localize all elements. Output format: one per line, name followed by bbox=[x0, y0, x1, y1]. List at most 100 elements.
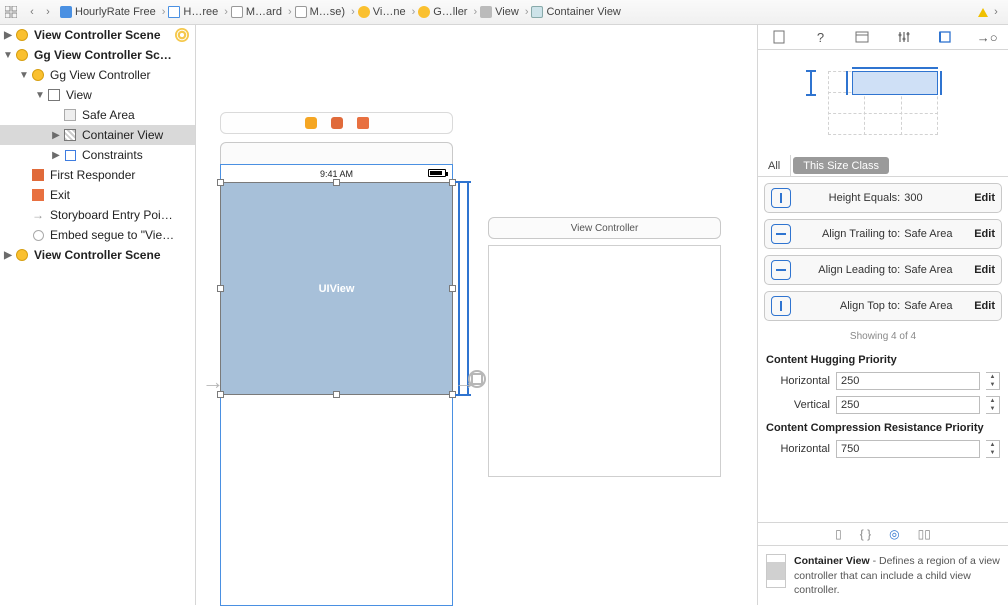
first-responder-dock-icon[interactable] bbox=[331, 117, 343, 129]
constraint-guide bbox=[458, 183, 460, 394]
hugging-horizontal-field[interactable]: 250 bbox=[836, 372, 980, 390]
disclosure-icon[interactable]: ▼ bbox=[34, 90, 46, 101]
disclosure-icon[interactable]: ▼ bbox=[2, 50, 14, 61]
constraint-row[interactable]: Align Trailing to: Safe Area Edit bbox=[764, 219, 1002, 249]
nav-forward-icon[interactable]: › bbox=[40, 4, 56, 20]
disclosure-icon[interactable]: ▼ bbox=[18, 70, 30, 81]
compression-horizontal-field[interactable]: 750 bbox=[836, 440, 980, 458]
constraint-row[interactable]: Height Equals: 300 Edit bbox=[764, 183, 1002, 213]
document-outline: ▶ View Controller Scene ⦿ ▼ Gg View Cont… bbox=[0, 25, 196, 605]
scene-dock[interactable] bbox=[220, 112, 453, 134]
ib-canvas[interactable]: 9:41 AM UIView bbox=[196, 25, 758, 605]
outline-vc[interactable]: ▼ Gg View Controller bbox=[0, 65, 195, 85]
outline-first-responder[interactable]: First Responder bbox=[0, 165, 195, 185]
scene-title-bar bbox=[220, 142, 453, 164]
filter-all[interactable]: All bbox=[758, 155, 791, 176]
constraint-edit-button[interactable]: Edit bbox=[974, 264, 995, 276]
autoresizing-preview[interactable] bbox=[758, 50, 1008, 155]
attributes-inspector-icon[interactable] bbox=[895, 28, 913, 46]
constraint-edit-button[interactable]: Edit bbox=[974, 300, 995, 312]
identity-inspector-icon[interactable] bbox=[853, 28, 871, 46]
constraint-label: Align Leading to: bbox=[801, 264, 904, 276]
constraint-label: Height Equals: bbox=[801, 192, 904, 204]
battery-icon bbox=[428, 169, 446, 177]
container-view-selected[interactable]: UIView bbox=[221, 183, 452, 394]
scene-title[interactable]: View Controller bbox=[488, 217, 721, 239]
align-trailing-icon bbox=[771, 224, 791, 244]
crumb-2[interactable]: M…ard bbox=[222, 6, 286, 18]
outline-scene-2[interactable]: ▶ View Controller Scene bbox=[0, 245, 195, 265]
container-view-lib-icon bbox=[766, 554, 786, 588]
crumb-1[interactable]: H…ree bbox=[160, 6, 223, 18]
embed-segue-icon[interactable] bbox=[468, 370, 486, 388]
crumb-3[interactable]: M…se) bbox=[286, 6, 349, 18]
outline-exit[interactable]: Exit bbox=[0, 185, 195, 205]
outline-scene-1[interactable]: ▼ Gg View Controller Sc… bbox=[0, 45, 195, 65]
crumb-6[interactable]: View bbox=[471, 6, 522, 18]
outline-safearea[interactable]: Safe Area bbox=[0, 105, 195, 125]
connections-inspector-icon[interactable]: →○ bbox=[978, 28, 996, 46]
crumb-7[interactable]: Container View bbox=[523, 6, 625, 18]
object-lib-icon[interactable]: ◎ bbox=[889, 527, 899, 541]
outline-label: Safe Area bbox=[82, 108, 135, 122]
section-compression: Content Compression Resistance Priority bbox=[758, 418, 1008, 438]
constraint-edit-button[interactable]: Edit bbox=[974, 228, 995, 240]
library-tab-bar: ▯ { } ◎ ▯▯ bbox=[758, 522, 1008, 546]
entry-point-arrow-icon[interactable]: → bbox=[202, 369, 224, 395]
disclosure-icon[interactable]: ▶ bbox=[2, 250, 14, 261]
inspector-tab-bar: ? →○ bbox=[758, 25, 1008, 50]
help-inspector-icon[interactable]: ? bbox=[811, 28, 829, 46]
exit-dock-icon[interactable] bbox=[357, 117, 369, 129]
warning-icon[interactable] bbox=[978, 8, 988, 17]
disclosure-icon[interactable]: ▶ bbox=[50, 130, 62, 141]
nav-next-issue-icon[interactable]: › bbox=[988, 4, 1004, 20]
outline-view[interactable]: ▼ View bbox=[0, 85, 195, 105]
constraint-row[interactable]: Align Leading to: Safe Area Edit bbox=[764, 255, 1002, 285]
crumb-0[interactable]: HourlyRate Free bbox=[56, 6, 160, 18]
outline-label: Storyboard Entry Poi… bbox=[50, 208, 173, 222]
code-snippet-lib-icon[interactable]: { } bbox=[860, 527, 871, 541]
outline-label: Container View bbox=[82, 128, 163, 142]
vc-dock-icon[interactable] bbox=[305, 117, 317, 129]
constraints-list: Height Equals: 300 Edit Align Trailing t… bbox=[758, 177, 1008, 327]
file-inspector-icon[interactable] bbox=[770, 28, 788, 46]
jump-bar: ‹ › HourlyRate Free H…ree M…ard M…se) Vi… bbox=[0, 0, 1008, 25]
height-constraint-icon bbox=[771, 188, 791, 208]
constraint-guide bbox=[467, 183, 469, 394]
constraint-row[interactable]: Align Top to: Safe Area Edit bbox=[764, 291, 1002, 321]
stepper[interactable]: ▲▼ bbox=[986, 396, 1000, 414]
crumb-4[interactable]: Vi…ne bbox=[349, 6, 410, 18]
outline-constraints[interactable]: ▶ Constraints bbox=[0, 145, 195, 165]
stepper[interactable]: ▲▼ bbox=[986, 372, 1000, 390]
hugging-horizontal-row: Horizontal 250 ▲▼ bbox=[758, 370, 1008, 394]
library-item[interactable]: Container View - Defines a region of a v… bbox=[758, 546, 1008, 605]
size-inspector-icon[interactable] bbox=[936, 28, 954, 46]
scene-child-vc[interactable]: View Controller bbox=[488, 217, 721, 477]
media-lib-icon[interactable]: ▯▯ bbox=[918, 527, 931, 541]
disclosure-icon[interactable]: ▶ bbox=[2, 30, 14, 41]
constraint-edit-button[interactable]: Edit bbox=[974, 192, 995, 204]
outline-embed-segue[interactable]: Embed segue to "Vie… bbox=[0, 225, 195, 245]
child-root-view[interactable] bbox=[488, 245, 721, 477]
outline-entry-point[interactable]: → Storyboard Entry Poi… bbox=[0, 205, 195, 225]
outline-label: Constraints bbox=[82, 148, 143, 162]
root-view[interactable]: 9:41 AM UIView bbox=[220, 164, 453, 606]
outline-label: Embed segue to "Vie… bbox=[50, 228, 174, 242]
filter-this-size-class[interactable]: This Size Class bbox=[793, 157, 889, 174]
constraints-count: Showing 4 of 4 bbox=[758, 327, 1008, 350]
constraint-guide bbox=[455, 181, 471, 183]
constraint-value: Safe Area bbox=[904, 300, 968, 312]
nav-back-icon[interactable]: ‹ bbox=[24, 4, 40, 20]
disclosure-icon[interactable]: ▶ bbox=[50, 150, 62, 161]
stepper[interactable]: ▲▼ bbox=[986, 440, 1000, 458]
file-template-lib-icon[interactable]: ▯ bbox=[835, 527, 842, 541]
field-label: Horizontal bbox=[766, 375, 830, 387]
outline-container-view[interactable]: ▶ Container View bbox=[0, 125, 195, 145]
size-class-filter: All This Size Class bbox=[758, 155, 1008, 177]
scene-options-icon[interactable]: ⦿ bbox=[175, 28, 189, 42]
related-items-icon[interactable] bbox=[4, 5, 18, 19]
hugging-vertical-field[interactable]: 250 bbox=[836, 396, 980, 414]
outline-scene-0[interactable]: ▶ View Controller Scene ⦿ bbox=[0, 25, 195, 45]
scene-gg-vc[interactable]: 9:41 AM UIView bbox=[220, 142, 453, 606]
crumb-5[interactable]: G…ller bbox=[410, 6, 472, 18]
